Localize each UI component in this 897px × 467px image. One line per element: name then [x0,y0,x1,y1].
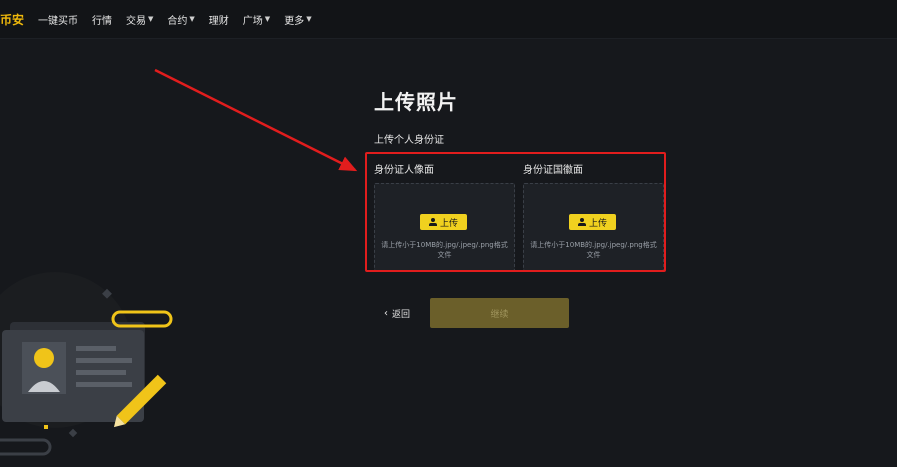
continue-button[interactable]: 继续 [430,298,569,328]
chevron-left-icon: ‹ [384,308,388,319]
annotation-arrow [154,68,358,172]
annotation-highlight-box [365,152,666,272]
page-title: 上传照片 [374,90,458,114]
section-label: 上传个人身份证 [374,135,444,146]
back-button-label: 返回 [392,310,411,320]
continue-button-label: 继续 [490,309,509,320]
back-button[interactable]: ‹ 返回 [384,307,410,320]
